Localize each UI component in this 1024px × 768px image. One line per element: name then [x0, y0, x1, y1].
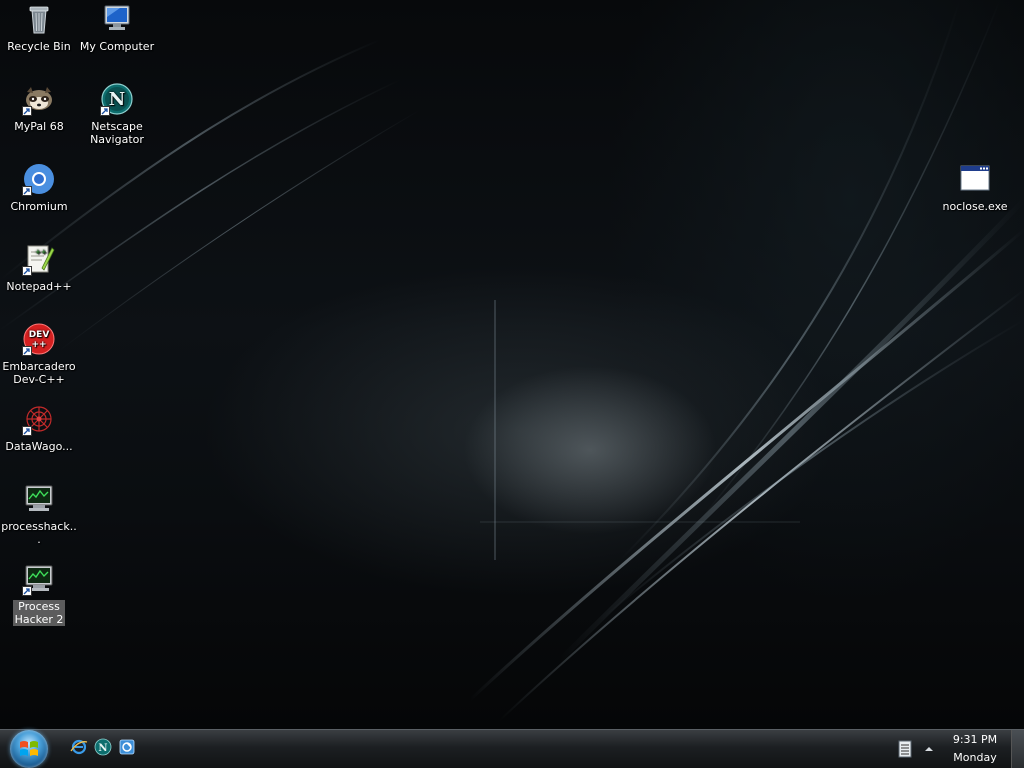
mypal-icon: [22, 82, 56, 116]
keyboard-icon[interactable]: [895, 739, 915, 759]
svg-text:N: N: [98, 743, 107, 754]
internet-explorer-icon[interactable]: [70, 738, 88, 756]
shortcut-arrow-icon: [22, 186, 32, 196]
desktop-icon-process-hacker-2[interactable]: Process Hacker 2: [0, 562, 78, 626]
desktop-icon-notepad-plus-plus[interactable]: ++ Notepad++: [0, 242, 78, 293]
start-button[interactable]: [10, 730, 48, 768]
taskbar: N 9:31 PM Monday: [0, 729, 1024, 768]
desktop-icon-netscape[interactable]: N Netscape Navigator: [78, 82, 156, 146]
notepad-plus-plus-icon: ++: [22, 242, 56, 276]
netscape-icon: N: [100, 82, 134, 116]
desktop-icon-noclose-exe[interactable]: noclose.exe: [936, 162, 1014, 213]
desktop-icon-processhacker[interactable]: processhack...: [0, 482, 78, 546]
desktop-icon-my-computer[interactable]: My Computer: [78, 2, 156, 53]
shortcut-arrow-icon: [100, 106, 110, 116]
dev-cpp-icon: DEV ++: [22, 322, 56, 356]
datawagon-icon: [22, 402, 56, 436]
my-computer-icon: [100, 2, 134, 36]
desktop-icon-recycle-bin[interactable]: Recycle Bin: [0, 2, 78, 53]
desktop-icon-datawagon[interactable]: DataWago...: [0, 402, 78, 453]
clock[interactable]: 9:31 PM Monday: [943, 731, 1007, 767]
svg-text:++: ++: [35, 248, 47, 256]
shortcut-arrow-icon: [22, 346, 32, 356]
netscape-quicklaunch-icon[interactable]: N: [94, 738, 112, 756]
desktop[interactable]: Recycle Bin My Computer MyPal 68 N Netsc…: [0, 0, 1024, 729]
quick-launch-bar: N: [70, 738, 136, 760]
desktop-icon-dev-cpp[interactable]: DEV ++ Embarcadero Dev-C++: [0, 322, 78, 386]
show-desktop-button[interactable]: [1011, 730, 1024, 768]
shortcut-arrow-icon: [22, 586, 32, 596]
processhacker-icon: [22, 482, 56, 516]
shortcut-arrow-icon: [22, 426, 32, 436]
clock-time: 9:31 PM: [952, 733, 998, 746]
chromium-icon: [22, 162, 56, 196]
explorer-icon[interactable]: [118, 738, 136, 756]
recycle-bin-icon: [22, 2, 56, 36]
svg-text:N: N: [109, 89, 125, 110]
svg-text:++: ++: [31, 340, 46, 350]
exe-window-icon: [958, 162, 992, 196]
shortcut-arrow-icon: [22, 266, 32, 276]
shortcut-arrow-icon: [22, 106, 32, 116]
clock-day: Monday: [953, 751, 997, 764]
svg-text:DEV: DEV: [29, 330, 50, 340]
system-tray: 9:31 PM Monday: [895, 730, 1024, 768]
show-hidden-icons-chevron[interactable]: [919, 739, 939, 759]
process-hacker-2-icon: [22, 562, 56, 596]
desktop-icon-mypal[interactable]: MyPal 68: [0, 82, 78, 133]
windows-logo-icon: [20, 741, 38, 756]
desktop-icon-chromium[interactable]: Chromium: [0, 162, 78, 213]
